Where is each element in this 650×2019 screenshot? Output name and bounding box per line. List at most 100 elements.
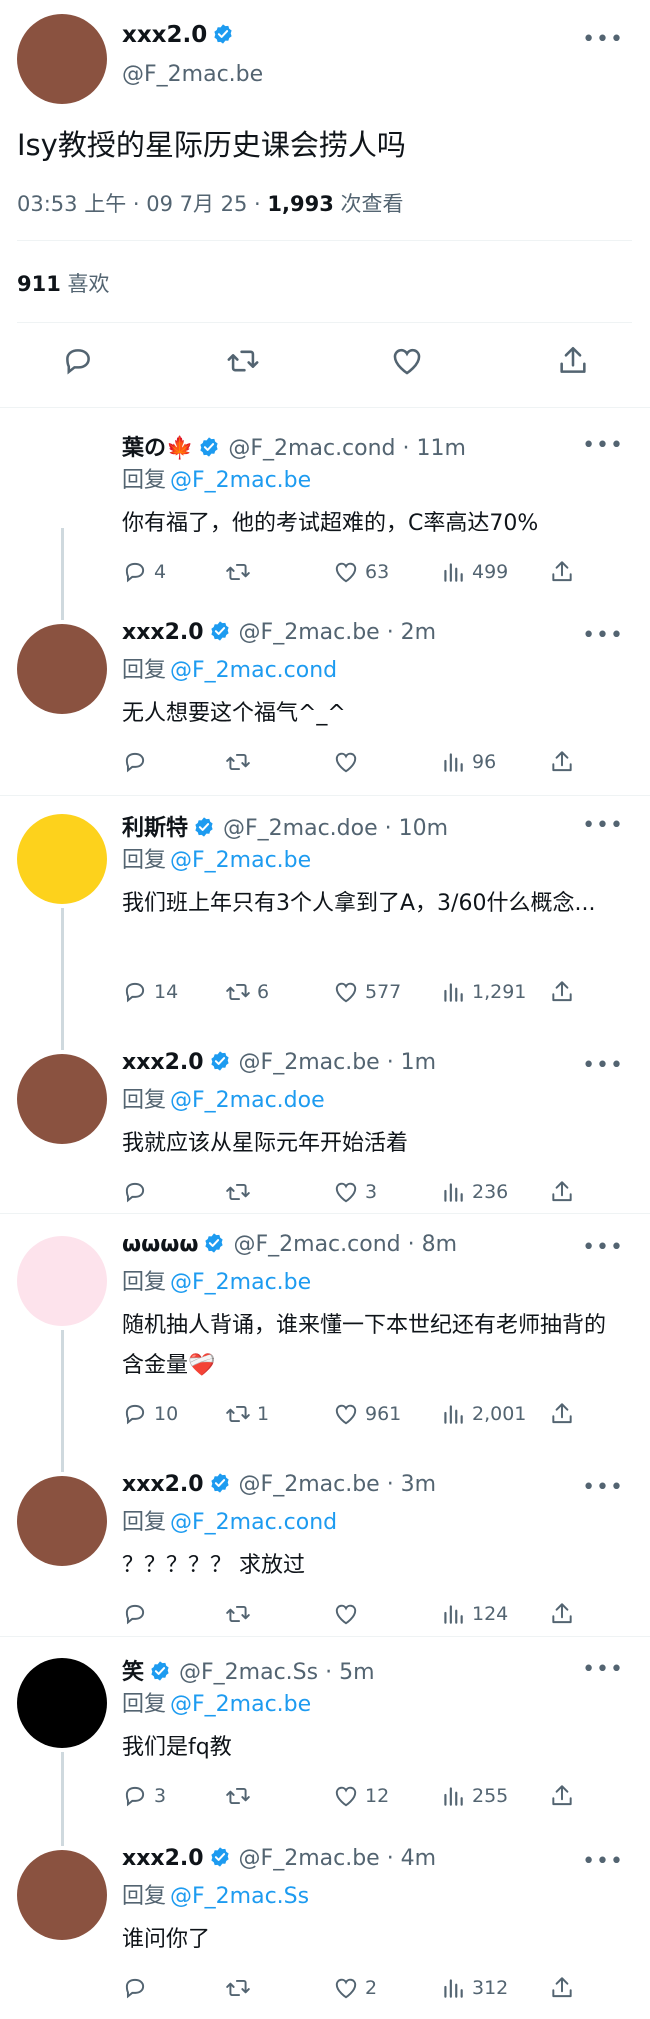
- share-button[interactable]: [549, 1178, 575, 1206]
- more-dots-icon[interactable]: •••: [582, 435, 624, 457]
- more-dots-icon[interactable]: •••: [582, 1851, 624, 1873]
- reply-author-handle[interactable]: @F_2mac.Ss · 5m: [179, 1660, 375, 1685]
- more-dots-icon[interactable]: •••: [582, 1477, 624, 1499]
- reply-author-name[interactable]: 葉の🍁: [122, 436, 193, 461]
- views-button[interactable]: 124: [440, 1600, 508, 1628]
- retweet-button[interactable]: 6: [225, 978, 269, 1006]
- retweet-button[interactable]: [225, 1782, 257, 1810]
- replying-to-link[interactable]: @F_2mac.cond: [170, 658, 337, 683]
- replying-to-link[interactable]: @F_2mac.doe: [170, 1088, 325, 1113]
- reply-button[interactable]: 3: [122, 1782, 166, 1810]
- like-button[interactable]: [333, 1600, 365, 1628]
- reply-author-handle[interactable]: @F_2mac.doe · 10m: [223, 816, 448, 841]
- reply-avatar[interactable]: [17, 1658, 107, 1748]
- reply-avatar[interactable]: [17, 434, 107, 524]
- reply-button[interactable]: 10: [122, 1400, 178, 1428]
- more-dots-icon[interactable]: •••: [582, 1237, 624, 1259]
- reply-author[interactable]: ωωωω @F_2mac.cond · 8m: [122, 1232, 457, 1257]
- author-name[interactable]: xxx2.0: [122, 22, 234, 48]
- reply-author-handle[interactable]: @F_2mac.be · 4m: [239, 1846, 437, 1871]
- views-button[interactable]: 499: [440, 558, 508, 586]
- reply-author-handle[interactable]: @F_2mac.be · 2m: [239, 620, 437, 645]
- share-button[interactable]: [549, 558, 575, 586]
- retweet-button[interactable]: [225, 1178, 257, 1206]
- author-handle[interactable]: @F_2mac.be: [122, 62, 263, 87]
- reply-author[interactable]: xxx2.0 @F_2mac.be · 3m: [122, 1472, 436, 1497]
- share-button[interactable]: [549, 748, 575, 776]
- replying-to-link[interactable]: @F_2mac.Ss: [170, 1884, 309, 1909]
- reply-author[interactable]: xxx2.0 @F_2mac.be · 2m: [122, 620, 436, 645]
- views-button[interactable]: 312: [440, 1974, 508, 2002]
- retweet-button[interactable]: [225, 1974, 257, 2002]
- share-button[interactable]: [549, 1600, 575, 1628]
- like-button[interactable]: 12: [333, 1782, 389, 1810]
- share-button[interactable]: [549, 1400, 575, 1428]
- reply-button[interactable]: [122, 1974, 154, 2002]
- reply-author-handle[interactable]: @F_2mac.be · 1m: [239, 1050, 437, 1075]
- like-button[interactable]: 961: [333, 1400, 401, 1428]
- reply-avatar[interactable]: [17, 624, 107, 714]
- retweet-button[interactable]: [225, 1600, 257, 1628]
- reply-button[interactable]: [122, 1178, 154, 1206]
- more-dots-icon[interactable]: •••: [582, 1055, 624, 1077]
- reply-author-name[interactable]: xxx2.0: [122, 1050, 204, 1075]
- views-button[interactable]: 236: [440, 1178, 508, 1206]
- reply-icon[interactable]: [61, 344, 95, 378]
- replying-to-link[interactable]: @F_2mac.be: [170, 1692, 311, 1717]
- like-button[interactable]: 63: [333, 558, 389, 586]
- reply-avatar[interactable]: [17, 1054, 107, 1144]
- share-button[interactable]: [549, 1782, 575, 1810]
- reply-author-name[interactable]: xxx2.0: [122, 620, 204, 645]
- views-button[interactable]: 96: [440, 748, 496, 776]
- reply-avatar[interactable]: [17, 1236, 107, 1326]
- reply-author-name[interactable]: ωωωω: [122, 1232, 198, 1257]
- reply-author-name[interactable]: xxx2.0: [122, 1472, 204, 1497]
- more-dots-icon[interactable]: •••: [582, 815, 624, 837]
- reply-author-name[interactable]: 笑: [122, 1660, 144, 1685]
- reply-button[interactable]: 14: [122, 978, 178, 1006]
- likes-summary[interactable]: 911 喜欢: [17, 268, 110, 298]
- views-button[interactable]: 255: [440, 1782, 508, 1810]
- reply-author-name[interactable]: xxx2.0: [122, 1846, 204, 1871]
- reply-author[interactable]: xxx2.0 @F_2mac.be · 1m: [122, 1050, 436, 1075]
- author-avatar[interactable]: [17, 14, 107, 104]
- reply-author[interactable]: xxx2.0 @F_2mac.be · 4m: [122, 1846, 436, 1871]
- reply-author[interactable]: 利斯特 @F_2mac.doe · 10m: [122, 810, 448, 842]
- reply-author[interactable]: 葉の🍁 @F_2mac.cond · 11m: [122, 430, 466, 462]
- like-button[interactable]: 2: [333, 1974, 377, 2002]
- retweet-button[interactable]: [225, 748, 257, 776]
- reply-author-name[interactable]: 利斯特: [122, 816, 188, 841]
- reply-button[interactable]: 4: [122, 558, 166, 586]
- reply-author-handle[interactable]: @F_2mac.be · 3m: [239, 1472, 437, 1497]
- share-button[interactable]: [549, 1974, 575, 2002]
- views-button[interactable]: 1,291: [440, 978, 526, 1006]
- replying-to-link[interactable]: @F_2mac.cond: [170, 1510, 337, 1535]
- retweet-button[interactable]: 1: [225, 1400, 269, 1428]
- heart-icon: [333, 1975, 359, 2001]
- replying-to-link[interactable]: @F_2mac.be: [170, 848, 311, 873]
- more-dots-icon[interactable]: •••: [582, 625, 624, 647]
- like-button[interactable]: 577: [333, 978, 401, 1006]
- views-button[interactable]: 2,001: [440, 1400, 526, 1428]
- like-button[interactable]: [333, 748, 365, 776]
- replying-to: 回复 @F_2mac.be: [122, 1686, 311, 1718]
- reply-avatar[interactable]: [17, 814, 107, 904]
- replying-to-link[interactable]: @F_2mac.be: [170, 468, 311, 493]
- more-dots-icon[interactable]: •••: [582, 29, 624, 51]
- reply-author-handle[interactable]: @F_2mac.cond · 8m: [233, 1232, 457, 1257]
- share-icon[interactable]: [556, 344, 590, 378]
- tweet-timestamp[interactable]: 03:53 上午 · 09 7月 25 ·: [17, 192, 267, 216]
- reply-button[interactable]: [122, 748, 154, 776]
- heart-icon[interactable]: [390, 344, 424, 378]
- reply-author[interactable]: 笑 @F_2mac.Ss · 5m: [122, 1654, 375, 1686]
- retweet-button[interactable]: [225, 558, 257, 586]
- more-dots-icon[interactable]: •••: [582, 1659, 624, 1681]
- reply-avatar[interactable]: [17, 1850, 107, 1940]
- replying-to-link[interactable]: @F_2mac.be: [170, 1270, 311, 1295]
- share-button[interactable]: [549, 978, 575, 1006]
- reply-author-handle[interactable]: @F_2mac.cond · 11m: [228, 436, 466, 461]
- reply-avatar[interactable]: [17, 1476, 107, 1566]
- reply-button[interactable]: [122, 1600, 154, 1628]
- retweet-icon[interactable]: [226, 344, 260, 378]
- like-button[interactable]: 3: [333, 1178, 377, 1206]
